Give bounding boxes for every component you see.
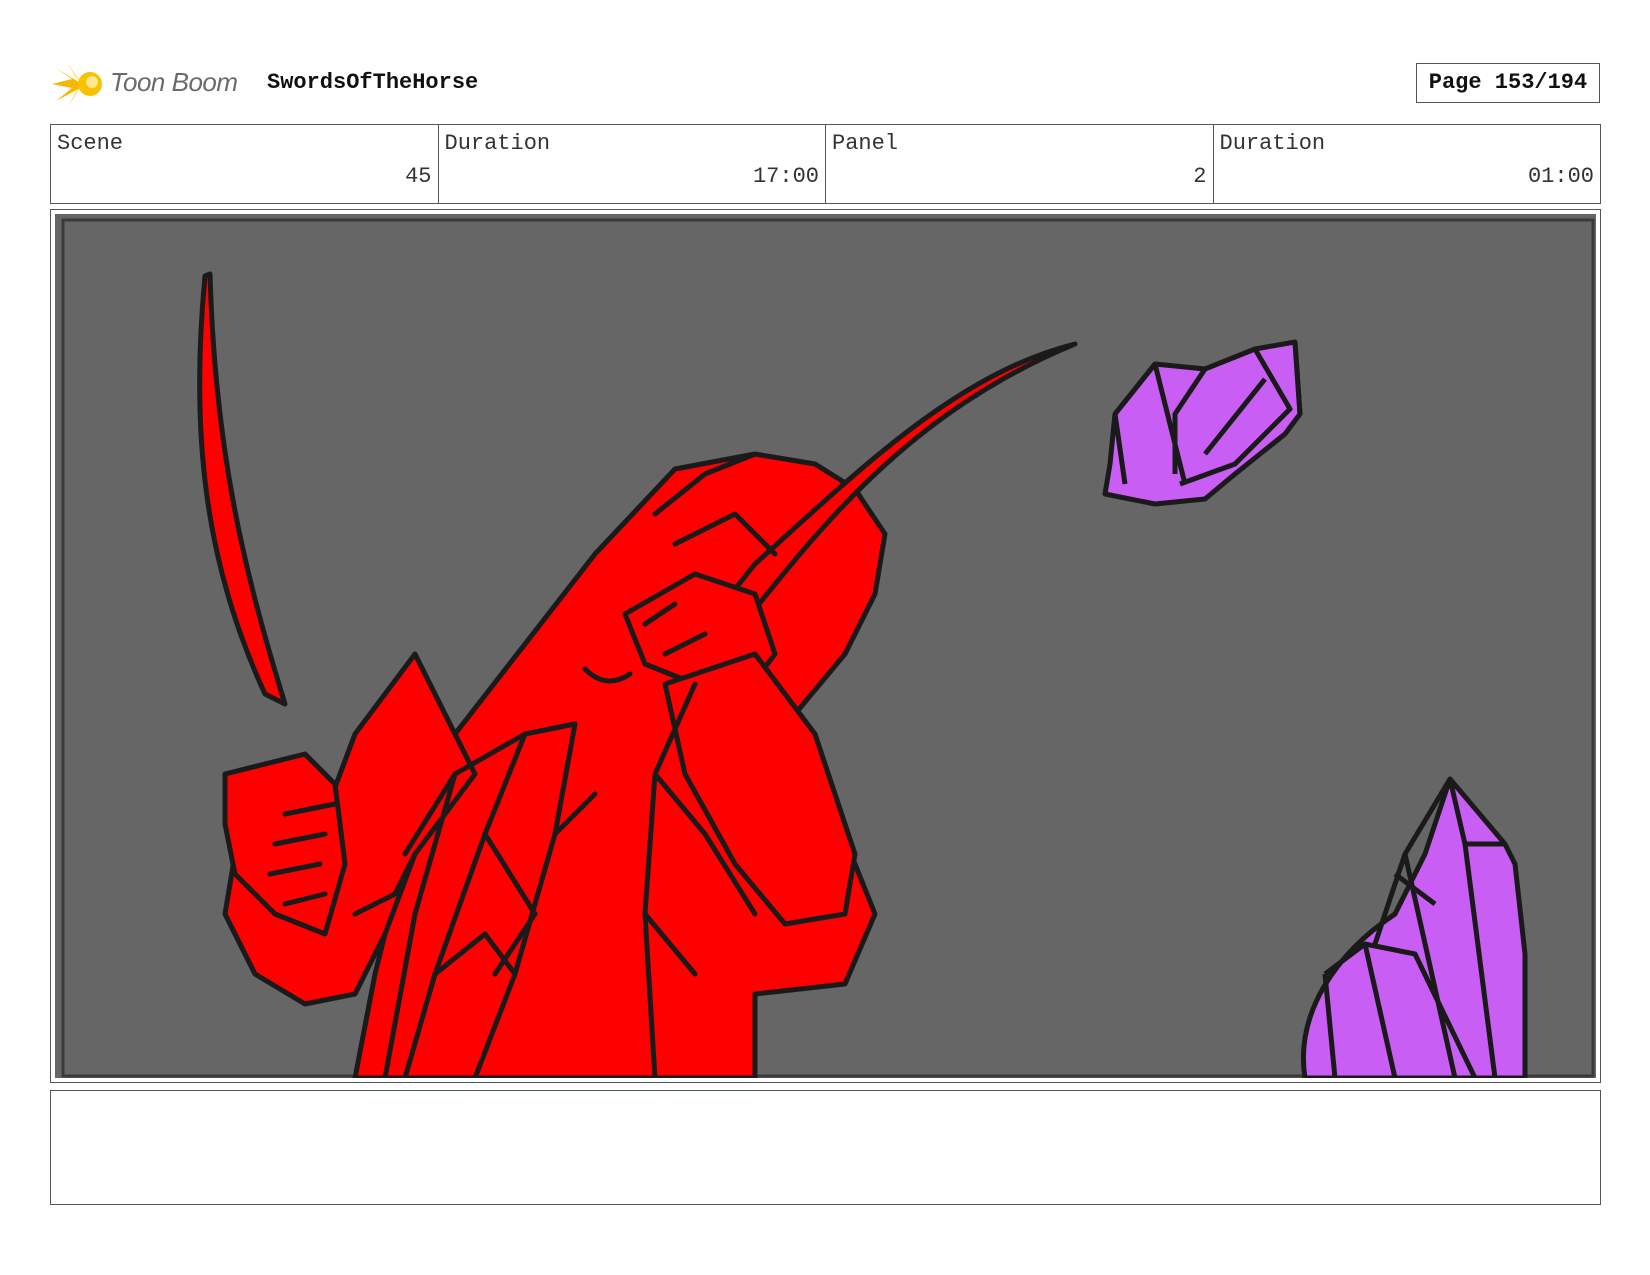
panel-duration-cell: Duration 01:00 (1214, 125, 1601, 203)
storyboard-header: Toon Boom SwordsOfTheHorse Page 153/194 (50, 55, 1600, 115)
panel-label: Panel (832, 131, 899, 156)
starburst-icon (52, 61, 102, 107)
scene-duration-cell: Duration 17:00 (439, 125, 826, 203)
panel-cell: Panel 2 (826, 125, 1214, 203)
scene-cell: Scene 45 (51, 125, 439, 203)
panel-duration-label: Duration (1219, 131, 1326, 156)
scene-duration-value: 17:00 (752, 164, 819, 189)
brand-name: Toon Boom (110, 67, 238, 97)
panel-value: 2 (1193, 164, 1207, 189)
scene-info-table: Scene 45 Duration 17:00 Panel 2 Duration… (50, 124, 1601, 204)
scene-value: 45 (405, 164, 432, 189)
panel-drawing (55, 214, 1596, 1078)
page-indicator: Page 153/194 (1416, 63, 1600, 103)
toon-boom-logo: Toon Boom (52, 57, 252, 111)
project-title: SwordsOfTheHorse (267, 70, 479, 95)
scene-label: Scene (57, 131, 124, 156)
panel-duration-value: 01:00 (1527, 164, 1594, 189)
panel-frame (50, 209, 1601, 1083)
scene-duration-label: Duration (444, 131, 551, 156)
panel-notes (50, 1090, 1601, 1205)
